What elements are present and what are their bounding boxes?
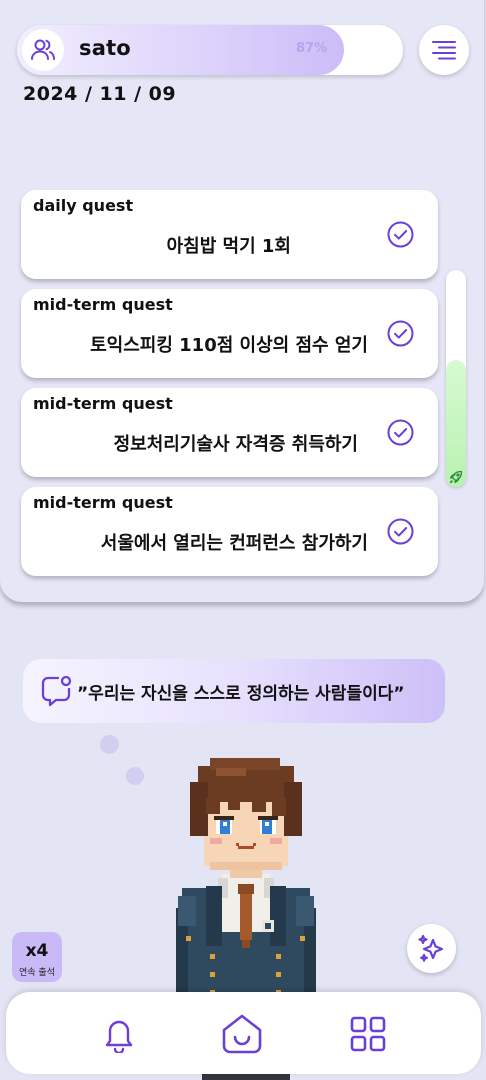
grid-icon bbox=[350, 1016, 386, 1052]
quest-card-midterm-2[interactable]: mid-term quest 정보처리기술사 자격증 취득하기 bbox=[21, 388, 438, 477]
current-date: 2024 / 11 / 09 bbox=[23, 83, 177, 105]
scrollbar-thumb[interactable] bbox=[446, 360, 466, 487]
quest-type-label: daily quest bbox=[33, 196, 134, 215]
quest-card-midterm-3[interactable]: mid-term quest 서울에서 열리는 컨퍼런스 참가하기 bbox=[21, 487, 438, 576]
thought-bubble-dot bbox=[126, 767, 144, 785]
check-circle-icon[interactable] bbox=[387, 518, 414, 545]
check-circle-icon[interactable] bbox=[387, 419, 414, 446]
quest-type-label: mid-term quest bbox=[33, 295, 173, 314]
bottom-nav bbox=[6, 992, 481, 1074]
quest-type-label: mid-term quest bbox=[33, 493, 173, 512]
message-notification-icon bbox=[41, 675, 72, 707]
username: sato bbox=[79, 36, 131, 60]
quest-scrollbar[interactable] bbox=[446, 270, 466, 487]
sparkle-icon bbox=[417, 934, 443, 962]
thought-bubble-dot bbox=[100, 735, 119, 754]
user-progress-pill[interactable]: sato 87% bbox=[17, 25, 403, 75]
nav-menu-grid[interactable] bbox=[344, 1010, 392, 1058]
streak-count: x4 bbox=[25, 941, 49, 961]
quest-card-midterm-1[interactable]: mid-term quest 토익스피킹 110점 이상의 점수 얻기 bbox=[21, 289, 438, 378]
attendance-streak-badge[interactable]: x4 연속 출석 bbox=[12, 932, 62, 982]
quest-title: 토익스피킹 110점 이상의 점수 얻기 bbox=[90, 335, 368, 356]
quote-text: ”우리는 자신을 스스로 정의하는 사람들이다” bbox=[77, 684, 405, 704]
quote-bubble: ”우리는 자신을 스스로 정의하는 사람들이다” bbox=[23, 659, 445, 723]
streak-label: 연속 출석 bbox=[19, 968, 55, 978]
quest-title: 정보처리기술사 자격증 취득하기 bbox=[113, 434, 358, 455]
quest-card-daily[interactable]: daily quest 아침밥 먹기 1회 bbox=[21, 190, 438, 279]
quest-type-label: mid-term quest bbox=[33, 394, 173, 413]
nav-home[interactable] bbox=[218, 1010, 266, 1058]
quest-title: 서울에서 열리는 컨퍼런스 참가하기 bbox=[100, 533, 368, 554]
check-circle-icon[interactable] bbox=[387, 221, 414, 248]
menu-icon bbox=[432, 41, 456, 60]
progress-fill bbox=[17, 25, 344, 75]
nav-notifications[interactable] bbox=[95, 1010, 143, 1058]
home-icon bbox=[222, 1014, 262, 1054]
sparkle-button[interactable] bbox=[407, 924, 456, 973]
quest-title: 아침밥 먹기 1회 bbox=[166, 236, 291, 257]
rocket-icon bbox=[449, 470, 463, 484]
check-circle-icon[interactable] bbox=[387, 320, 414, 347]
progress-percent: 87% bbox=[296, 41, 328, 56]
user-group-icon bbox=[31, 39, 55, 60]
bell-icon bbox=[105, 1020, 133, 1053]
menu-button[interactable] bbox=[419, 25, 469, 75]
avatar bbox=[22, 29, 64, 71]
